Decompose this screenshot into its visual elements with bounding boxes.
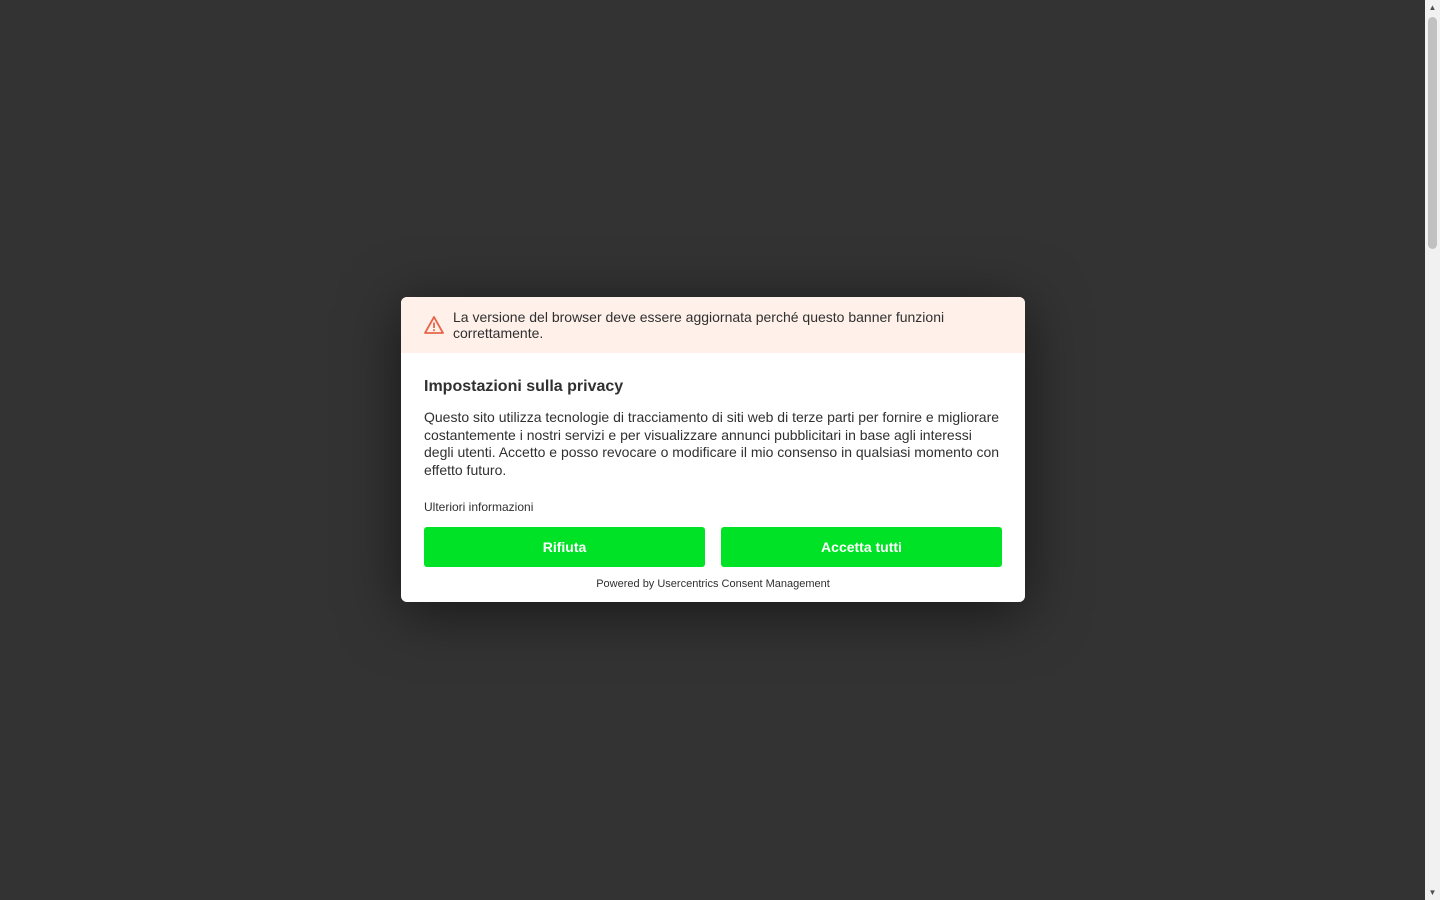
accept-all-button[interactable]: Accetta tutti (721, 527, 1002, 567)
consent-buttons: Rifiuta Accetta tutti (424, 527, 1002, 567)
consent-title: Impostazioni sulla privacy (424, 378, 624, 395)
deny-button[interactable]: Rifiuta (424, 527, 705, 567)
scrollbar-thumb[interactable] (1428, 17, 1437, 249)
warning-triangle-icon (424, 316, 444, 334)
consent-description: Questo sito utilizza tecnologie di tracc… (424, 409, 1000, 478)
scroll-up-arrow-icon[interactable]: ▲ (1425, 0, 1440, 15)
browser-warning-banner: La versione del browser deve essere aggi… (401, 297, 1025, 353)
consent-dialog: La versione del browser deve essere aggi… (401, 297, 1025, 602)
powered-by-text: Powered by Usercentrics Consent Manageme… (596, 578, 830, 590)
more-info-link[interactable]: Ulteriori informazioni (424, 500, 533, 514)
browser-warning-text: La versione del browser deve essere aggi… (453, 309, 945, 341)
consent-content: Impostazioni sulla privacy Questo sito u… (401, 353, 1025, 590)
vertical-scrollbar[interactable]: ▲ ▼ (1425, 0, 1440, 900)
scroll-down-arrow-icon[interactable]: ▼ (1425, 885, 1440, 900)
